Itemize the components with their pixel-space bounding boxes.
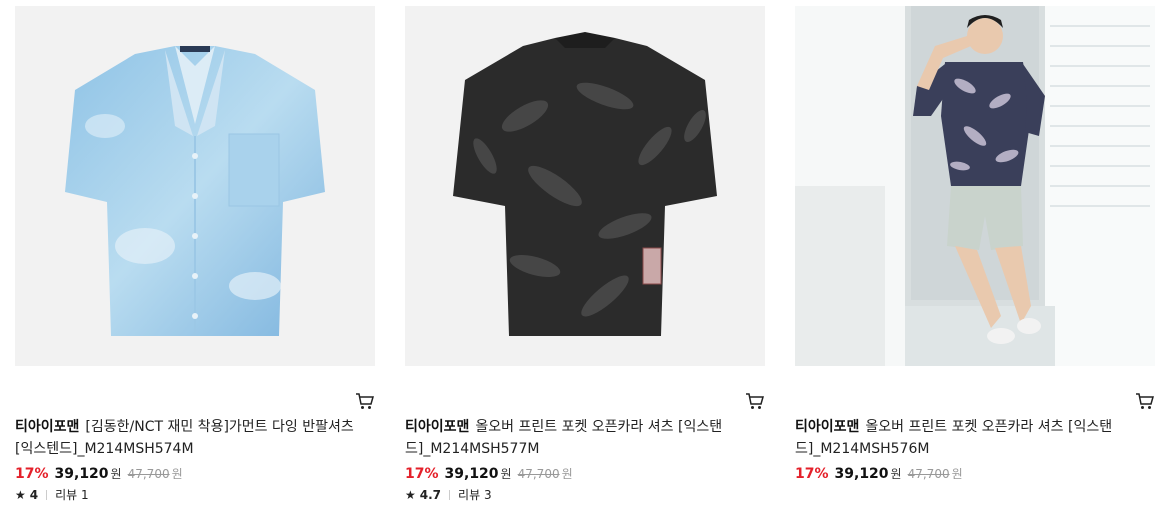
currency: 원 [500,467,512,481]
price-row: 17% 39,120 원 47,700 원 [795,464,1155,484]
black-floral-print-shirt-back-image [453,32,717,336]
discount-rate: 17% [15,466,49,482]
currency: 원 [110,467,122,481]
price-row: 17% 39,120 원 47,700 원 [405,464,765,484]
divider [46,490,48,500]
product-info: 티아이포맨 올오버 프린트 포켓 오픈카라 셔츠 [익스탠드]_M214MSH57… [795,416,1155,484]
product-info: 티아이포맨 올오버 프린트 포켓 오픈카라 셔츠 [익스탠드]_M214MSH57… [405,416,765,504]
cart-icon[interactable] [355,392,375,410]
brand-name: 티아이포맨 [795,419,860,435]
discount-rate: 17% [795,466,829,482]
product-image[interactable] [15,6,375,366]
review-summary: ★ 4.7 리뷰 3 [405,486,765,504]
divider [449,490,451,500]
cart-icon[interactable] [745,392,765,410]
price-row: 17% 39,120 원 47,700 원 [15,464,375,484]
light-blue-tie-dye-shirt-image [65,46,325,336]
review-count: 3 [483,488,492,502]
product-image[interactable] [405,6,765,366]
discount-rate: 17% [405,466,439,482]
product-card[interactable]: 티아이포맨 [김동한/NCT 재민 착용]가먼트 다잉 반팔셔츠 [익스텐드]_M… [15,6,375,502]
product-title-link[interactable]: 티아이포맨 올오버 프린트 포켓 오픈카라 셔츠 [익스탠드]_M214MSH57… [405,416,765,460]
product-info: 티아이포맨 [김동한/NCT 재민 착용]가먼트 다잉 반팔셔츠 [익스텐드]_M… [15,416,375,504]
original-currency: 원 [561,467,573,481]
review-count: 1 [81,488,89,502]
sale-price: 39,120 [54,466,109,482]
original-price: 47,700 [517,467,560,481]
star-icon: ★ [15,488,26,502]
product-card[interactable]: 티아이포맨 올오버 프린트 포켓 오픈카라 셔츠 [익스탠드]_M214MSH57… [405,6,765,502]
sale-price: 39,120 [834,466,889,482]
star-icon: ★ [405,488,416,502]
brand-name: 티아이포맨 [15,419,80,435]
product-image[interactable] [795,6,1155,366]
review-label: 리뷰 [55,488,78,502]
original-price: 47,700 [907,467,950,481]
product-title-link[interactable]: 티아이포맨 [김동한/NCT 재민 착용]가먼트 다잉 반팔셔츠 [익스텐드]_M… [15,416,375,460]
original-currency: 원 [951,467,963,481]
currency: 원 [890,467,902,481]
product-grid: 티아이포맨 [김동한/NCT 재민 착용]가먼트 다잉 반팔셔츠 [익스텐드]_M… [0,0,1160,516]
product-card[interactable]: 티아이포맨 올오버 프린트 포켓 오픈카라 셔츠 [익스탠드]_M214MSH57… [795,6,1155,482]
original-currency: 원 [171,467,183,481]
rating-score: 4 [29,488,39,502]
original-price: 47,700 [127,467,170,481]
rating-score: 4.7 [419,488,442,502]
product-title-link[interactable]: 티아이포맨 올오버 프린트 포켓 오픈카라 셔츠 [익스탠드]_M214MSH57… [795,416,1155,460]
review-label: 리뷰 [458,488,481,502]
model-wearing-print-shirt-image [795,6,1155,366]
cart-icon[interactable] [1135,392,1155,410]
review-summary: ★ 4 리뷰 1 [15,486,375,504]
sale-price: 39,120 [444,466,499,482]
brand-name: 티아이포맨 [405,419,470,435]
